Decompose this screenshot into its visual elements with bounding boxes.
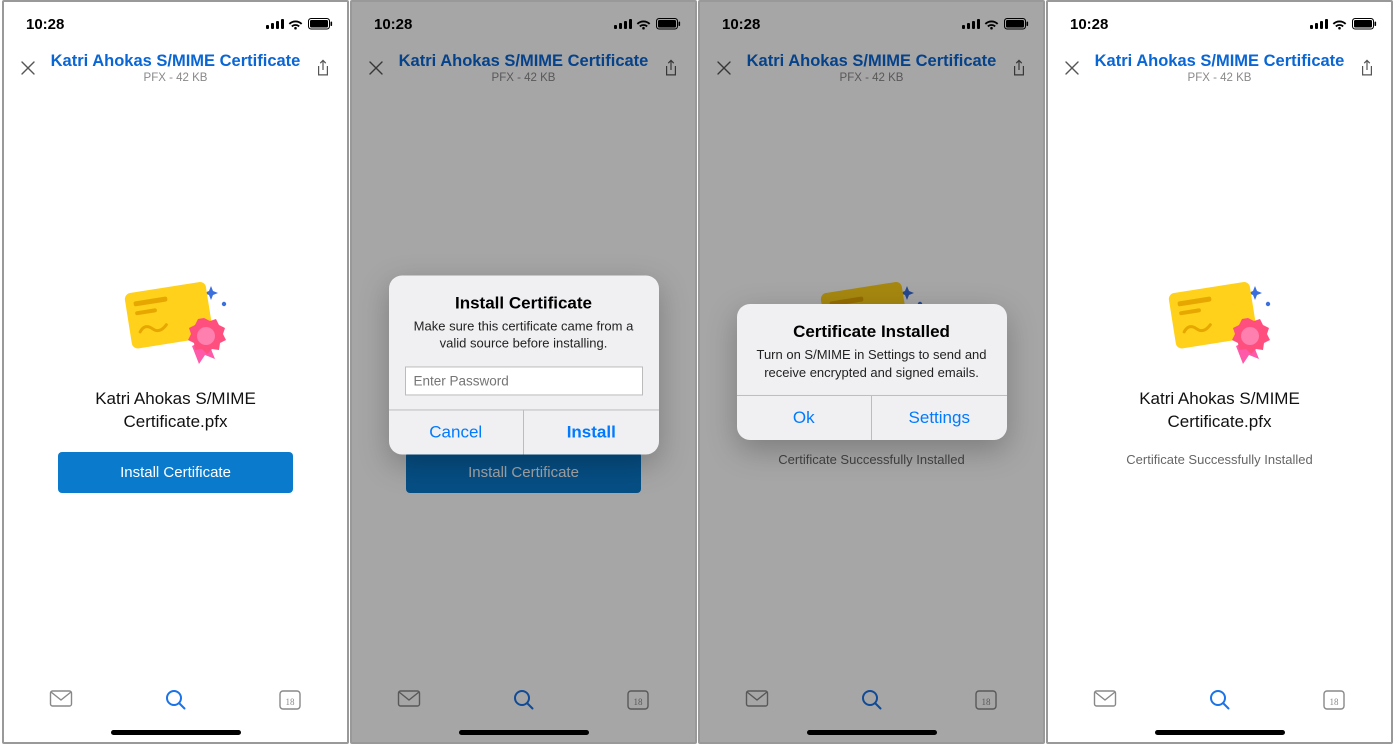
nav-bar: Katri Ahokas S/MIME Certificate PFX - 42… xyxy=(700,46,1043,90)
nav-bar: Katri Ahokas S/MIME Certificate PFX - 42… xyxy=(4,46,347,90)
nav-subtitle: PFX - 42 KB xyxy=(390,72,657,85)
wifi-icon xyxy=(288,18,304,30)
share-button[interactable] xyxy=(1005,54,1033,82)
screen-1-initial: 10:28 Katri Ahokas S/MIME Certificate PF… xyxy=(2,0,349,744)
cellular-icon xyxy=(266,18,284,30)
share-button[interactable] xyxy=(309,54,337,82)
status-time: 10:28 xyxy=(374,16,412,33)
nav-title: Katri Ahokas S/MIME Certificate xyxy=(42,52,309,70)
status-time: 10:28 xyxy=(26,16,64,33)
settings-button[interactable]: Settings xyxy=(871,396,1007,440)
alert-title: Install Certificate xyxy=(405,293,643,313)
tab-search[interactable] xyxy=(145,688,205,711)
svg-text:18: 18 xyxy=(285,697,295,707)
wifi-icon xyxy=(984,18,1000,30)
certificate-icon xyxy=(116,280,236,380)
battery-icon xyxy=(1352,18,1377,30)
status-bar: 10:28 xyxy=(1048,2,1391,46)
alert-message: Make sure this certificate came from a v… xyxy=(405,317,643,352)
tab-mail[interactable] xyxy=(31,688,91,710)
tab-calendar[interactable]: 18 xyxy=(608,688,668,712)
battery-icon xyxy=(656,18,681,30)
nav-subtitle: PFX - 42 KB xyxy=(1086,72,1353,85)
nav-subtitle: PFX - 42 KB xyxy=(738,72,1005,85)
alert-message: Turn on S/MIME in Settings to send and r… xyxy=(753,346,991,381)
home-indicator[interactable] xyxy=(807,730,937,735)
success-message: Certificate Successfully Installed xyxy=(778,452,964,467)
home-indicator[interactable] xyxy=(1155,730,1285,735)
tab-mail[interactable] xyxy=(1075,688,1135,710)
tab-mail[interactable] xyxy=(727,688,787,710)
close-button[interactable] xyxy=(710,54,738,82)
install-button[interactable]: Install xyxy=(523,410,659,454)
cellular-icon xyxy=(614,18,632,30)
battery-icon xyxy=(308,18,333,30)
share-button[interactable] xyxy=(1353,54,1381,82)
status-time: 10:28 xyxy=(722,16,760,33)
status-bar: 10:28 xyxy=(700,2,1043,46)
share-button[interactable] xyxy=(657,54,685,82)
nav-bar: Katri Ahokas S/MIME Certificate PFX - 42… xyxy=(352,46,695,90)
file-name: Katri Ahokas S/MIMECertificate.pfx xyxy=(95,388,256,434)
cancel-button[interactable]: Cancel xyxy=(389,410,524,454)
nav-bar: Katri Ahokas S/MIME Certificate PFX - 42… xyxy=(1048,46,1391,90)
password-input[interactable] xyxy=(405,366,643,395)
tab-search[interactable] xyxy=(841,688,901,711)
home-indicator[interactable] xyxy=(459,730,589,735)
status-time: 10:28 xyxy=(1070,16,1108,33)
nav-title: Katri Ahokas S/MIME Certificate xyxy=(1086,52,1353,70)
svg-text:18: 18 xyxy=(981,697,991,707)
tab-search[interactable] xyxy=(493,688,553,711)
install-certificate-button[interactable]: Install Certificate xyxy=(58,452,293,493)
certificate-installed-alert: Certificate Installed Turn on S/MIME in … xyxy=(737,304,1007,440)
wifi-icon xyxy=(1332,18,1348,30)
ok-button[interactable]: Ok xyxy=(737,396,872,440)
screen-2-password-prompt: 10:28 Katri Ahokas S/MIME Certificate PF… xyxy=(350,0,697,744)
nav-title: Katri Ahokas S/MIME Certificate xyxy=(390,52,657,70)
status-bar: 10:28 xyxy=(352,2,695,46)
install-certificate-button[interactable]: Install Certificate xyxy=(406,452,641,493)
tab-calendar[interactable]: 18 xyxy=(260,688,320,712)
alert-title: Certificate Installed xyxy=(753,322,991,342)
cellular-icon xyxy=(962,18,980,30)
cellular-icon xyxy=(1310,18,1328,30)
install-certificate-alert: Install Certificate Make sure this certi… xyxy=(389,275,659,454)
nav-subtitle: PFX - 42 KB xyxy=(42,72,309,85)
close-button[interactable] xyxy=(362,54,390,82)
screen-3-installed-alert: 10:28 Katri Ahokas S/MIME Certificate PF… xyxy=(698,0,1045,744)
close-button[interactable] xyxy=(14,54,42,82)
certificate-icon xyxy=(1160,280,1280,380)
tab-mail[interactable] xyxy=(379,688,439,710)
svg-text:18: 18 xyxy=(633,697,643,707)
file-name: Katri Ahokas S/MIMECertificate.pfx xyxy=(1139,388,1300,434)
svg-text:18: 18 xyxy=(1329,697,1339,707)
home-indicator[interactable] xyxy=(111,730,241,735)
battery-icon xyxy=(1004,18,1029,30)
tab-calendar[interactable]: 18 xyxy=(1304,688,1364,712)
success-message: Certificate Successfully Installed xyxy=(1126,452,1312,467)
status-bar: 10:28 xyxy=(4,2,347,46)
tab-search[interactable] xyxy=(1189,688,1249,711)
nav-title: Katri Ahokas S/MIME Certificate xyxy=(738,52,1005,70)
close-button[interactable] xyxy=(1058,54,1086,82)
tab-calendar[interactable]: 18 xyxy=(956,688,1016,712)
screen-4-final: 10:28 Katri Ahokas S/MIME Certificate PF… xyxy=(1046,0,1393,744)
wifi-icon xyxy=(636,18,652,30)
